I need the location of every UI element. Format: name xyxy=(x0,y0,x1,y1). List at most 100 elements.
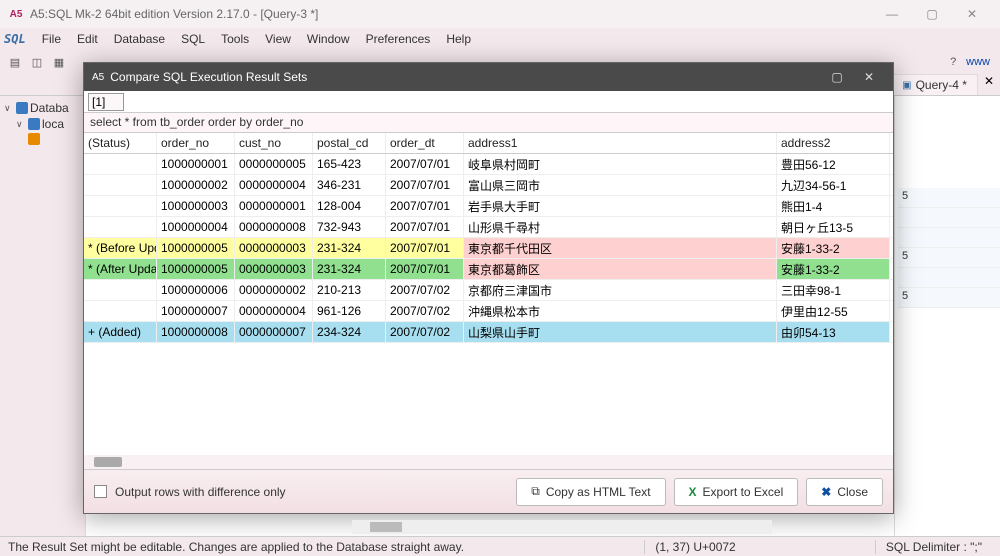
menu-tools[interactable]: Tools xyxy=(213,30,257,48)
grid-cell: 1000000003 xyxy=(157,196,235,216)
tree-root-label: Databa xyxy=(30,101,69,115)
grid-cell: 2007/07/01 xyxy=(386,175,464,195)
grid-cell: 1000000005 xyxy=(157,259,235,279)
bg-cell xyxy=(898,228,1000,248)
table-row[interactable]: 10000000060000000002210-2132007/07/02京都府… xyxy=(84,280,893,301)
close-button[interactable]: ✖Close xyxy=(806,478,883,506)
close-window-button[interactable]: ✕ xyxy=(952,0,992,28)
grid-cell: 1000000007 xyxy=(157,301,235,321)
status-cell xyxy=(84,280,157,300)
titlebar: A5 A5:SQL Mk-2 64bit edition Version 2.1… xyxy=(0,0,1000,28)
col-order-no[interactable]: order_no xyxy=(157,133,235,153)
help-icon[interactable]: ? xyxy=(944,53,962,71)
table-row[interactable]: 10000000010000000005165-4232007/07/01岐阜県… xyxy=(84,154,893,175)
table-row[interactable]: 10000000040000000008732-9432007/07/01山形県… xyxy=(84,217,893,238)
menubar: SQL File Edit Database SQL Tools View Wi… xyxy=(0,28,1000,50)
tab-close-icon[interactable]: ✕ xyxy=(984,74,994,95)
minimize-button[interactable]: — xyxy=(872,0,912,28)
grid-cell: 0000000004 xyxy=(235,175,313,195)
table-row[interactable]: 10000000030000000001128-0042007/07/01岩手県… xyxy=(84,196,893,217)
bg-cell xyxy=(898,268,1000,288)
dialog-close-button[interactable]: ✕ xyxy=(853,65,885,89)
copy-html-button[interactable]: ⧉Copy as HTML Text xyxy=(516,478,665,506)
status-cell: * (After Updat xyxy=(84,259,157,279)
scrollbar-thumb[interactable] xyxy=(94,457,122,467)
dialog-titlebar[interactable]: A5 Compare SQL Execution Result Sets ▢ ✕ xyxy=(84,63,893,91)
app-logo-icon: A5 xyxy=(8,6,24,22)
window-title: A5:SQL Mk-2 64bit edition Version 2.17.0… xyxy=(30,7,872,21)
grid-cell: 1000000008 xyxy=(157,322,235,342)
grid-cell: 1000000005 xyxy=(157,238,235,258)
grid-cell: 0000000007 xyxy=(235,322,313,342)
grid-cell: 961-126 xyxy=(313,301,386,321)
dialog-maximize-button[interactable]: ▢ xyxy=(821,65,853,89)
grid-cell: 1000000002 xyxy=(157,175,235,195)
grid-cell: 0000000008 xyxy=(235,217,313,237)
col-cust-no[interactable]: cust_no xyxy=(235,133,313,153)
grid-cell: 346-231 xyxy=(313,175,386,195)
database-icon xyxy=(28,118,40,130)
www-link[interactable]: www xyxy=(966,56,990,68)
grid-cell: 2007/07/02 xyxy=(386,280,464,300)
query-icon[interactable]: ▦ xyxy=(50,53,68,71)
menu-preferences[interactable]: Preferences xyxy=(358,30,439,48)
menu-edit[interactable]: Edit xyxy=(69,30,106,48)
index-input[interactable] xyxy=(88,93,124,111)
grid-cell: 朝日ヶ丘13-5 xyxy=(777,217,890,237)
result-grid[interactable]: (Status) order_no cust_no postal_cd orde… xyxy=(84,133,893,469)
grid-cell: 1000000001 xyxy=(157,154,235,174)
status-cell: * (Before Upd xyxy=(84,238,157,258)
grid-cell: 210-213 xyxy=(313,280,386,300)
sidebar-tree[interactable]: ∨Databa ∨loca xyxy=(0,96,86,550)
col-postal-cd[interactable]: postal_cd xyxy=(313,133,386,153)
grid-cell: 0000000003 xyxy=(235,259,313,279)
col-address1[interactable]: address1 xyxy=(464,133,777,153)
grid-cell: 165-423 xyxy=(313,154,386,174)
content-hscrollbar[interactable] xyxy=(352,520,772,534)
col-order-dt[interactable]: order_dt xyxy=(386,133,464,153)
col-status[interactable]: (Status) xyxy=(84,133,157,153)
grid-cell: 山形県千尋村 xyxy=(464,217,777,237)
bg-cell xyxy=(898,208,1000,228)
bg-cell: 5 xyxy=(898,188,1000,208)
export-excel-button[interactable]: XExport to Excel xyxy=(674,478,799,506)
grid-cell: 231-324 xyxy=(313,238,386,258)
grid-cell: 1000000006 xyxy=(157,280,235,300)
col-address2[interactable]: address2 xyxy=(777,133,890,153)
menu-window[interactable]: Window xyxy=(299,30,358,48)
grid-cell: 0000000004 xyxy=(235,301,313,321)
chevron-down-icon[interactable]: ∨ xyxy=(4,103,14,114)
grid-cell: 岐阜県村岡町 xyxy=(464,154,777,174)
diff-only-checkbox[interactable] xyxy=(94,485,107,498)
grid-cell: 1000000004 xyxy=(157,217,235,237)
status-cell xyxy=(84,301,157,321)
table-row[interactable]: * (After Updat10000000050000000003231-32… xyxy=(84,259,893,280)
menu-file[interactable]: File xyxy=(34,30,69,48)
grid-hscrollbar[interactable] xyxy=(84,455,893,469)
status-cell xyxy=(84,196,157,216)
menu-help[interactable]: Help xyxy=(438,30,479,48)
maximize-button[interactable]: ▢ xyxy=(912,0,952,28)
database-icon[interactable]: ◫ xyxy=(28,53,46,71)
grid-cell: 2007/07/01 xyxy=(386,196,464,216)
database-icon xyxy=(16,102,28,114)
table-row[interactable]: * (Before Upd10000000050000000003231-324… xyxy=(84,238,893,259)
grid-cell: 安藤1-33-2 xyxy=(777,238,890,258)
sql-logo-icon: SQL xyxy=(4,32,26,46)
scrollbar-thumb[interactable] xyxy=(370,522,402,532)
grid-cell: 128-004 xyxy=(313,196,386,216)
table-row[interactable]: 10000000020000000004346-2312007/07/01富山県… xyxy=(84,175,893,196)
grid-cell: 富山県三岡市 xyxy=(464,175,777,195)
close-icon: ✖ xyxy=(821,485,831,499)
table-row[interactable]: + (Added)10000000080000000007234-3242007… xyxy=(84,322,893,343)
tab-query-4[interactable]: ▣ Query-4 * xyxy=(891,74,978,95)
new-file-icon[interactable]: ▤ xyxy=(6,53,24,71)
app-logo-icon: A5 xyxy=(92,72,104,83)
menu-database[interactable]: Database xyxy=(106,30,173,48)
grid-cell: 由卯54-13 xyxy=(777,322,890,342)
table-row[interactable]: 10000000070000000004961-1262007/07/02沖縄県… xyxy=(84,301,893,322)
grid-cell: 熊田1-4 xyxy=(777,196,890,216)
menu-view[interactable]: View xyxy=(257,30,299,48)
chevron-down-icon[interactable]: ∨ xyxy=(16,119,26,130)
menu-sql[interactable]: SQL xyxy=(173,30,213,48)
